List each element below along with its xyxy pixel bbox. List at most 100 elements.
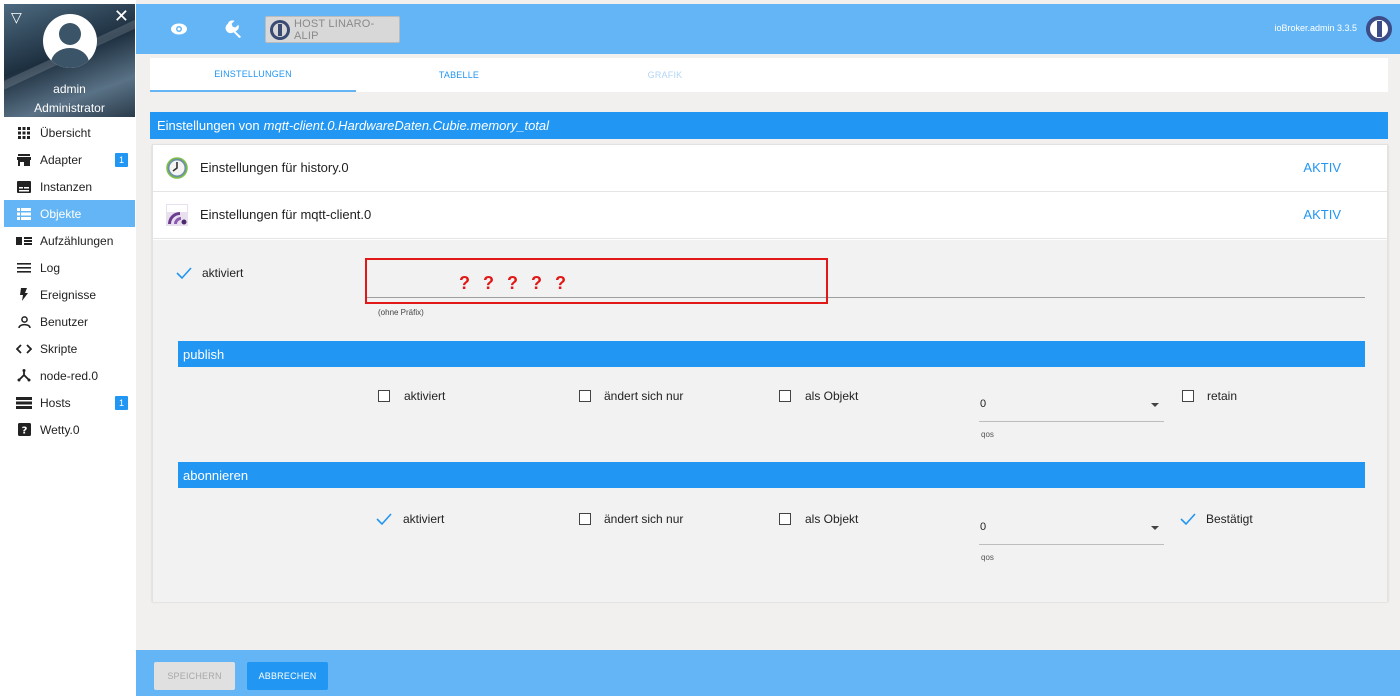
tab-settings[interactable]: EINSTELLUNGEN <box>150 58 356 92</box>
sidebar-item-label: Instanzen <box>40 179 93 194</box>
tab-bar: EINSTELLUNGEN TABELLE GRAFIK <box>150 58 1388 92</box>
sidebar-item-wetty[interactable]: ? Wetty.0 <box>4 416 135 443</box>
object-id: mqtt-client.0.HardwareDaten.Cubie.memory… <box>263 118 550 133</box>
close-icon[interactable]: ✕ <box>114 7 129 25</box>
user-name: admin <box>53 82 86 96</box>
adapter-row-mqtt[interactable]: Einstellungen für mqtt-client.0 AKTIV <box>153 192 1387 239</box>
subscribe-qos-underline <box>979 544 1164 545</box>
chevron-down-icon[interactable] <box>1151 526 1159 530</box>
sidebar-item-log[interactable]: Log <box>4 254 135 281</box>
tab-table[interactable]: TABELLE <box>356 58 562 92</box>
sidebar-item-label: Ereignisse <box>40 287 97 302</box>
settings-header-prefix: Einstellungen von <box>157 118 260 133</box>
subscribe-changes-only-label: ändert sich nur <box>604 512 684 526</box>
publish-changes-only-label: ändert sich nur <box>604 389 684 403</box>
settings-panel: Einstellungen für history.0 AKTIV Einste… <box>152 144 1388 602</box>
sidebar-item-overview[interactable]: Übersicht <box>4 119 135 146</box>
adapter-title: Einstellungen für mqtt-client.0 <box>200 207 372 222</box>
mqtt-client-icon <box>166 204 188 226</box>
subscribe-header: abonnieren <box>178 462 1365 488</box>
sidebar-item-label: Objekte <box>40 206 82 221</box>
host-button[interactable]: HOST LINARO-ALIP <box>265 16 400 43</box>
publish-header: publish <box>178 341 1365 367</box>
sidebar-item-events[interactable]: Ereignisse <box>4 281 135 308</box>
eye-icon[interactable] <box>170 20 188 38</box>
adapter-badge: 1 <box>115 153 128 167</box>
host-label: HOST LINARO-ALIP <box>293 17 375 42</box>
publish-retain-checkbox[interactable] <box>1182 390 1194 402</box>
publish-changes-only-checkbox[interactable] <box>579 390 591 402</box>
subscribe-changes-only-checkbox[interactable] <box>579 513 591 525</box>
sidebar-item-node-red[interactable]: node-red.0 <box>4 362 135 389</box>
publish-retain-label: retain <box>1207 389 1238 403</box>
subscribe-as-object-checkbox[interactable] <box>779 513 791 525</box>
sidebar-item-hosts[interactable]: Hosts 1 <box>4 389 135 416</box>
sidebar-item-label: Aufzählungen <box>40 233 114 248</box>
hosts-icon <box>16 396 32 410</box>
list-icon <box>16 207 32 221</box>
settings-header: Einstellungen von mqtt-client.0.Hardware… <box>150 112 1388 139</box>
enabled-checkbox-checked-icon[interactable] <box>175 264 193 282</box>
publish-as-object-checkbox[interactable] <box>779 390 791 402</box>
annotation-box <box>365 258 828 304</box>
code-icon <box>16 342 32 356</box>
subscribe-ack-label: Bestätigt <box>1206 512 1253 526</box>
instances-icon <box>16 180 32 194</box>
adapter-row-history[interactable]: Einstellungen für history.0 AKTIV <box>153 145 1387 192</box>
sidebar-item-label: Hosts <box>40 395 71 410</box>
publish-enabled-checkbox[interactable] <box>378 390 390 402</box>
clock-icon <box>166 157 188 179</box>
log-icon <box>16 261 32 275</box>
enum-icon <box>16 234 32 248</box>
publish-as-object-label: als Objekt <box>805 389 859 403</box>
sidebar-item-instances[interactable]: Instanzen <box>4 173 135 200</box>
subscribe-as-object-label: als Objekt <box>805 512 859 526</box>
sidebar-item-enums[interactable]: Aufzählungen <box>4 227 135 254</box>
svg-text:?: ? <box>21 426 27 437</box>
sidebar-item-objects[interactable]: Objekte <box>4 200 135 227</box>
cancel-button[interactable]: ABBRECHEN <box>247 662 328 690</box>
subscribe-qos-select[interactable]: 0 <box>980 521 986 533</box>
publish-qos-label: qos <box>981 430 994 439</box>
menu-toggle-icon[interactable]: ▽ <box>11 10 22 24</box>
sidebar-item-label: node-red.0 <box>40 368 99 383</box>
sidebar-item-users[interactable]: Benutzer <box>4 308 135 335</box>
mqtt-settings: aktiviert (ohne Präfix) ? ? ? ? ? publis… <box>153 240 1387 602</box>
subscribe-ack-checkbox-checked-icon[interactable] <box>1179 510 1197 528</box>
adapter-status[interactable]: AKTIV <box>1303 160 1341 175</box>
enabled-label: aktiviert <box>202 266 244 280</box>
publish-qos-select[interactable]: 0 <box>980 398 986 410</box>
user-role: Administrator <box>34 101 105 115</box>
store-icon <box>16 153 32 167</box>
iobroker-logo-icon <box>270 19 290 40</box>
bottom-bar: SPEICHERN ABBRECHEN <box>136 650 1400 696</box>
subscribe-enabled-label: aktiviert <box>403 512 445 526</box>
wrench-icon[interactable] <box>225 19 245 39</box>
user-panel: ▽ ✕ admin Administrator <box>4 4 135 117</box>
grid-icon <box>16 126 32 140</box>
nodered-icon <box>16 369 32 383</box>
sidebar: ▽ ✕ admin Administrator Übersicht Adapte… <box>0 0 136 696</box>
sidebar-nav: Übersicht Adapter 1 Instanzen Objekte Au… <box>4 119 135 443</box>
chevron-down-icon[interactable] <box>1151 403 1159 407</box>
sidebar-item-scripts[interactable]: Skripte <box>4 335 135 362</box>
top-bar: HOST LINARO-ALIP ioBroker.admin 3.3.5 <box>136 4 1400 54</box>
iobroker-logo-icon[interactable] <box>1366 16 1392 42</box>
avatar <box>43 14 97 68</box>
prefix-hint: (ohne Präfix) <box>378 308 424 317</box>
sidebar-item-label: Benutzer <box>40 314 89 329</box>
tab-chart[interactable]: GRAFIK <box>562 58 768 92</box>
user-icon <box>16 315 32 329</box>
adapter-title: Einstellungen für history.0 <box>200 160 349 175</box>
help-icon: ? <box>16 423 32 437</box>
adapter-status[interactable]: AKTIV <box>1303 207 1341 222</box>
sidebar-item-adapter[interactable]: Adapter 1 <box>4 146 135 173</box>
sidebar-item-label: Log <box>40 260 61 275</box>
save-button[interactable]: SPEICHERN <box>154 662 235 690</box>
bolt-icon <box>16 288 32 302</box>
version-label: ioBroker.admin 3.3.5 <box>1274 23 1357 33</box>
sidebar-item-label: Wetty.0 <box>40 422 80 437</box>
sidebar-item-label: Adapter <box>40 152 83 167</box>
publish-qos-underline <box>979 421 1164 422</box>
subscribe-enabled-checkbox-checked-icon[interactable] <box>375 510 393 528</box>
